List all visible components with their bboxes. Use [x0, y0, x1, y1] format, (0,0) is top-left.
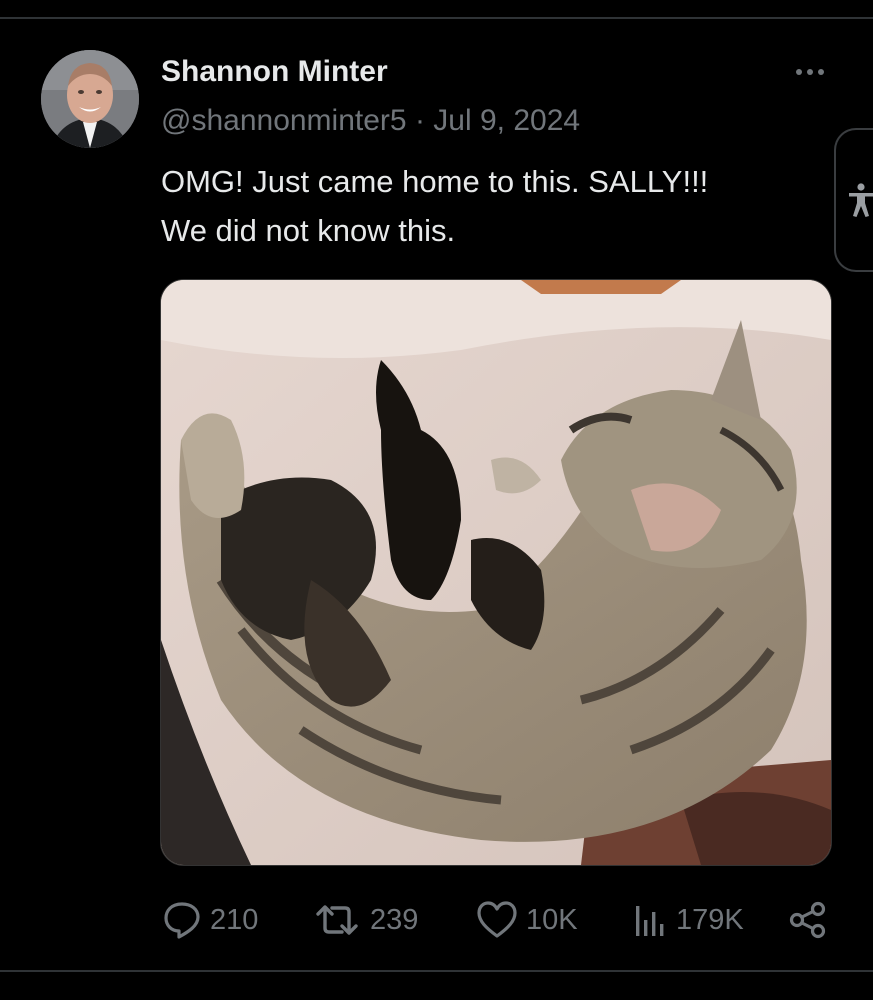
action-bar: 210 239 10K 179K [0, 890, 873, 950]
more-dot [818, 69, 824, 75]
avatar[interactable] [41, 50, 139, 148]
more-dot [796, 69, 802, 75]
author-name[interactable]: Shannon Minter [161, 55, 388, 89]
accessibility-button[interactable] [834, 128, 873, 272]
author-handle[interactable]: @shannonminter5 [161, 104, 407, 137]
post-text: OMG! Just came home to this. SALLY!!! We… [161, 157, 801, 255]
post-text-line: We did not know this. [161, 213, 456, 248]
repost-count: 239 [370, 903, 419, 936]
more-dot [807, 69, 813, 75]
reply-button[interactable]: 210 [162, 890, 258, 950]
repost-button[interactable]: 239 [312, 890, 418, 950]
like-count: 10K [526, 903, 578, 936]
accessibility-icon [849, 183, 873, 217]
top-divider [0, 17, 873, 19]
author-meta: @shannonminter5 · Jul 9, 2024 [161, 104, 580, 138]
post-date[interactable]: Jul 9, 2024 [433, 104, 580, 137]
reply-icon [164, 902, 200, 939]
share-button[interactable] [788, 890, 828, 950]
view-count: 179K [676, 903, 744, 936]
post-text-line: OMG! Just came home to this. SALLY!!! [161, 164, 709, 199]
heart-icon [477, 901, 517, 938]
reply-count: 210 [210, 903, 259, 936]
meta-separator: · [414, 104, 425, 137]
bottom-divider [0, 970, 873, 972]
share-icon [789, 901, 826, 939]
like-button[interactable]: 10K [476, 890, 578, 950]
post-image[interactable] [160, 279, 832, 866]
more-icon[interactable] [790, 62, 830, 82]
repost-icon [316, 905, 358, 935]
views-icon [636, 906, 664, 936]
views-button[interactable]: 179K [632, 890, 744, 950]
